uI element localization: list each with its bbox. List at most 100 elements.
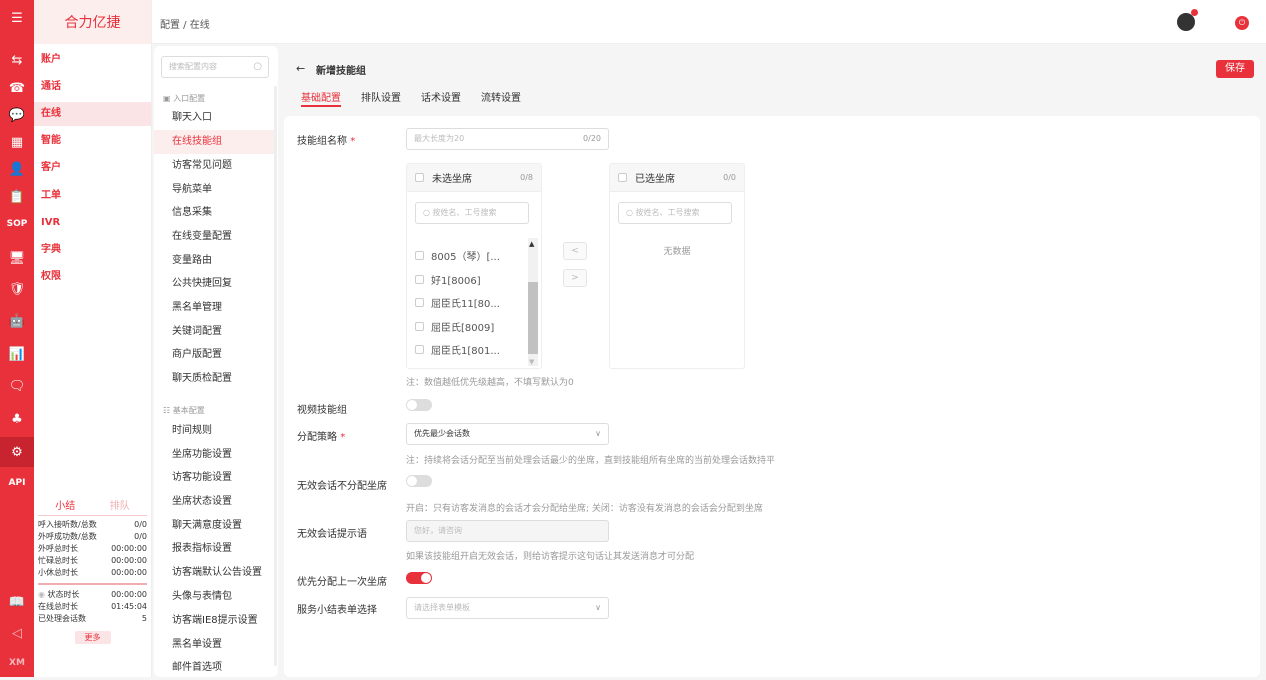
config-item[interactable]: 访客端默认公告设置 xyxy=(154,561,274,585)
nav-item-permission[interactable]: 权限 xyxy=(34,265,151,289)
list-item[interactable]: 屈臣氏[8009] xyxy=(415,316,494,336)
summary-form-label: 服务小结表单选择 xyxy=(297,605,377,616)
page-header: ← 新增技能组 保存 基础配置 排队设置 话术设置 流转设置 xyxy=(284,46,1260,112)
icon-sidebar: ☰ ⇆ ☎ 💬 ▦ 👤 📋 SOP 🖥 🛡 🤖 📊 🗨 ♣ ⚙ API 📖 ◁ … xyxy=(0,0,34,677)
config-item[interactable]: 邮件首选项 xyxy=(154,656,274,680)
more-button[interactable]: 更多 xyxy=(74,631,111,644)
gear-icon[interactable]: ⚙ xyxy=(0,437,34,467)
account-icon[interactable]: ⇆ xyxy=(0,47,34,73)
video-skill-toggle[interactable] xyxy=(406,399,432,411)
tab-transfer-settings[interactable]: 流转设置 xyxy=(481,89,521,104)
xm-icon[interactable]: XM xyxy=(0,650,34,676)
list-scrollbar[interactable]: ▲ ▼ xyxy=(528,238,538,366)
nav-item-ticket[interactable]: 工单 xyxy=(34,184,151,208)
robot-icon[interactable]: 🤖 xyxy=(0,308,34,334)
move-right-button[interactable]: > xyxy=(563,269,587,287)
book-icon[interactable]: 📖 xyxy=(0,589,34,615)
smart-icon[interactable]: ▦ xyxy=(0,129,34,155)
customer-icon[interactable]: 👤 xyxy=(0,156,34,182)
speaker-icon[interactable]: ◁ xyxy=(0,620,34,646)
invalid-tip-input[interactable]: 您好，请咨询 xyxy=(406,520,609,542)
tab-summary[interactable]: 小结 xyxy=(55,497,75,512)
monitor-icon[interactable]: 🖥 xyxy=(0,245,34,271)
shield-icon[interactable]: 🛡 xyxy=(0,276,34,302)
config-item[interactable]: 访客功能设置 xyxy=(154,466,274,490)
menu-icon[interactable]: ☰ xyxy=(0,5,34,31)
nav-item-customer[interactable]: 客户 xyxy=(34,156,151,180)
list-item[interactable]: 屈臣氏11[80... xyxy=(415,292,500,312)
config-item[interactable]: 信息采集 xyxy=(154,201,274,225)
ticket-icon[interactable]: 📋 xyxy=(0,184,34,210)
config-nav: 搜索配置内容 ○ ▣ 入口配置 聊天入口 在线技能组 访客常见问题 导航菜单 信… xyxy=(154,46,278,677)
chat-icon[interactable]: 💬 xyxy=(0,102,34,128)
list-item[interactable]: 屈臣氏1[801... xyxy=(415,339,500,359)
last-agent-toggle[interactable] xyxy=(406,572,432,584)
agent-search-input[interactable]: ○ 按姓名、工号搜索 xyxy=(415,202,529,224)
tab-queue[interactable]: 排队 xyxy=(110,497,130,512)
config-item[interactable]: 关键词配置 xyxy=(154,320,274,344)
message-icon[interactable]: 🗨 xyxy=(0,373,34,399)
config-item[interactable]: 坐席状态设置 xyxy=(154,490,274,514)
checkbox[interactable] xyxy=(415,297,424,307)
config-item[interactable]: 导航菜单 xyxy=(154,178,274,202)
scroll-down-icon[interactable]: ▼ xyxy=(529,358,534,366)
scroll-up-icon[interactable]: ▲ xyxy=(529,240,534,248)
stat-row: 已处理会话数 5 xyxy=(38,614,147,623)
stat-row: ◉ 状态时长 00:00:00 xyxy=(38,590,147,599)
save-button[interactable]: 保存 xyxy=(1216,60,1254,78)
nav-item-online[interactable]: 在线 xyxy=(34,102,151,126)
config-item[interactable]: 访客常见问题 xyxy=(154,154,274,178)
move-left-button[interactable]: < xyxy=(563,242,587,260)
select-all-checkbox[interactable] xyxy=(618,173,627,182)
summary-form-select[interactable]: 请选择表单模板 ∨ xyxy=(406,597,609,619)
config-item[interactable]: 时间规则 xyxy=(154,419,274,443)
config-item[interactable]: 头像与表情包 xyxy=(154,585,274,609)
checkbox[interactable] xyxy=(415,274,424,284)
list-item[interactable]: 8005（琴）[... xyxy=(415,245,500,265)
agent-search-input[interactable]: ○ 按姓名、工号搜索 xyxy=(618,202,732,224)
org-icon[interactable]: ♣ xyxy=(0,406,34,432)
nav-item-account[interactable]: 账户 xyxy=(34,48,151,72)
config-item[interactable]: 聊天入口 xyxy=(154,106,274,130)
power-icon[interactable]: ⏻ xyxy=(1235,16,1249,30)
config-item[interactable]: 黑名单设置 xyxy=(154,633,274,657)
strategy-note: 注：持续将会话分配至当前处理会话最少的坐席，直到技能组所有坐席的当前处理会话数持… xyxy=(406,456,776,466)
strategy-select[interactable]: 优先最少会话数 ∨ xyxy=(406,423,609,445)
scroll-thumb[interactable] xyxy=(528,282,538,354)
nav-item-dictionary[interactable]: 字典 xyxy=(34,238,151,262)
nav-item-smart[interactable]: 智能 xyxy=(34,129,151,153)
tab-basic[interactable]: 基础配置 xyxy=(301,89,341,104)
api-icon[interactable]: API xyxy=(0,470,34,496)
config-item[interactable]: 访客端IE8提示设置 xyxy=(154,609,274,633)
invalid-session-toggle[interactable] xyxy=(406,475,432,487)
chart-icon[interactable]: 📊 xyxy=(0,341,34,367)
tab-script-settings[interactable]: 话术设置 xyxy=(421,89,461,104)
top-bar: 配置 / 在线 ⏻ xyxy=(152,0,1266,44)
config-search-input[interactable]: 搜索配置内容 ○ xyxy=(161,56,269,78)
nav-item-ivr[interactable]: IVR xyxy=(34,211,151,235)
config-item-active[interactable]: 在线技能组 xyxy=(154,130,274,154)
config-item[interactable]: 商户版配置 xyxy=(154,343,274,367)
list-icon: ☷ xyxy=(163,406,173,415)
checkbox[interactable] xyxy=(415,321,424,331)
config-item[interactable]: 聊天满意度设置 xyxy=(154,514,274,538)
avatar[interactable] xyxy=(1177,9,1198,31)
list-item[interactable]: 好1[8006] xyxy=(415,269,481,289)
phone-icon[interactable]: ☎ xyxy=(0,75,34,101)
tab-queue-settings[interactable]: 排队设置 xyxy=(361,89,401,104)
back-arrow-icon[interactable]: ← xyxy=(296,62,305,75)
config-item[interactable]: 坐席功能设置 xyxy=(154,443,274,467)
config-item[interactable]: 变量路由 xyxy=(154,249,274,273)
config-item[interactable]: 公共快捷回复 xyxy=(154,272,274,296)
scrollbar[interactable] xyxy=(274,86,277,666)
config-item[interactable]: 黑名单管理 xyxy=(154,296,274,320)
checkbox[interactable] xyxy=(415,344,424,354)
select-all-checkbox[interactable] xyxy=(415,173,424,182)
config-item[interactable]: 在线变量配置 xyxy=(154,225,274,249)
checkbox[interactable] xyxy=(415,250,424,260)
skill-group-name-input[interactable]: 最大长度为20 0/20 xyxy=(406,128,609,150)
sop-icon[interactable]: SOP xyxy=(0,211,34,237)
nav-item-call[interactable]: 通话 xyxy=(34,75,151,99)
config-item[interactable]: 聊天质检配置 xyxy=(154,367,274,391)
config-item[interactable]: 报表指标设置 xyxy=(154,537,274,561)
